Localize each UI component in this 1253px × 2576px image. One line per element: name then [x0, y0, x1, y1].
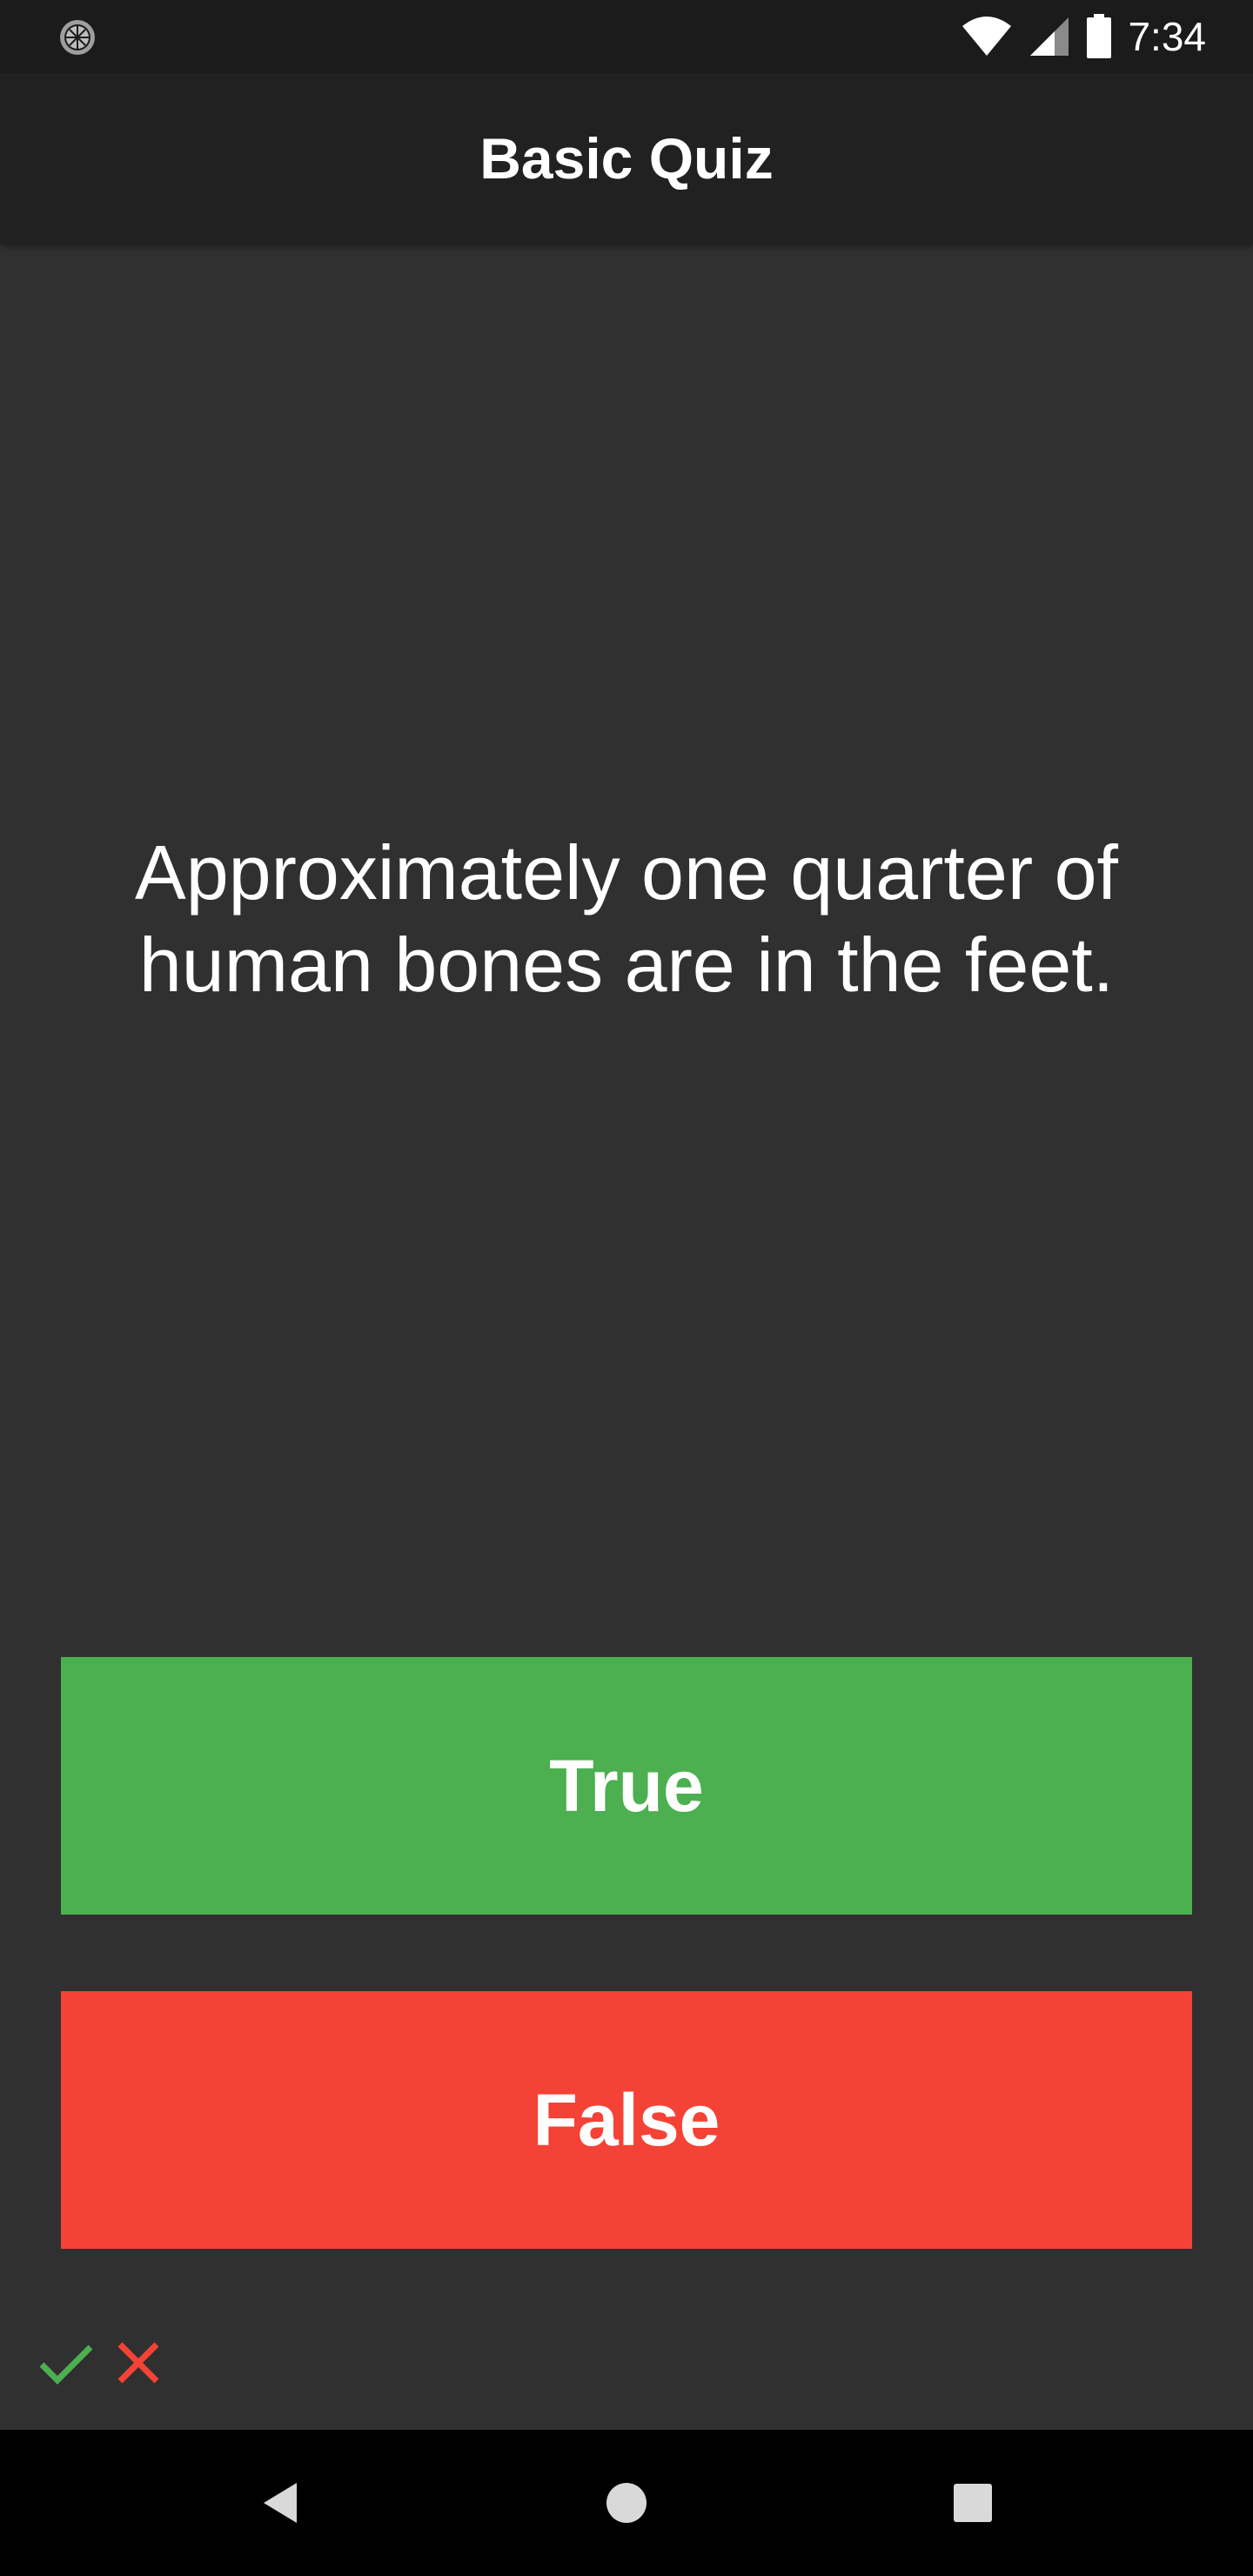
question-line-2: human bones are in the feet.	[138, 922, 1115, 1008]
wifi-icon	[962, 17, 1012, 56]
question-line-1: Approximately one quarter of	[135, 829, 1118, 916]
navigation-bar	[0, 2430, 1253, 2576]
back-button[interactable]	[245, 2468, 315, 2538]
recents-button[interactable]	[938, 2468, 1008, 2538]
status-icons: 7:34	[961, 10, 1206, 63]
sync-icon	[60, 20, 95, 55]
recents-icon	[954, 2484, 992, 2522]
signal-icon	[1030, 17, 1069, 56]
cross-icon	[117, 2342, 159, 2384]
false-button[interactable]: False	[61, 1991, 1192, 2249]
battery-icon	[1087, 14, 1112, 58]
status-time: 7:34	[1128, 14, 1206, 59]
status-bar: 7:34	[0, 0, 1253, 73]
check-icon	[39, 2345, 93, 2385]
app-bar: Basic Quiz	[0, 73, 1253, 244]
quiz-screen: 7:34 Basic Quiz Approximately one quarte…	[0, 0, 1253, 2576]
score-keeper	[35, 2332, 169, 2393]
back-icon	[264, 2483, 297, 2523]
question-text: Approximately one quarter of human bones…	[70, 827, 1183, 1011]
true-button[interactable]: True	[61, 1657, 1192, 1915]
home-icon	[606, 2483, 647, 2523]
home-button[interactable]	[592, 2468, 661, 2538]
app-title: Basic Quiz	[479, 126, 774, 191]
